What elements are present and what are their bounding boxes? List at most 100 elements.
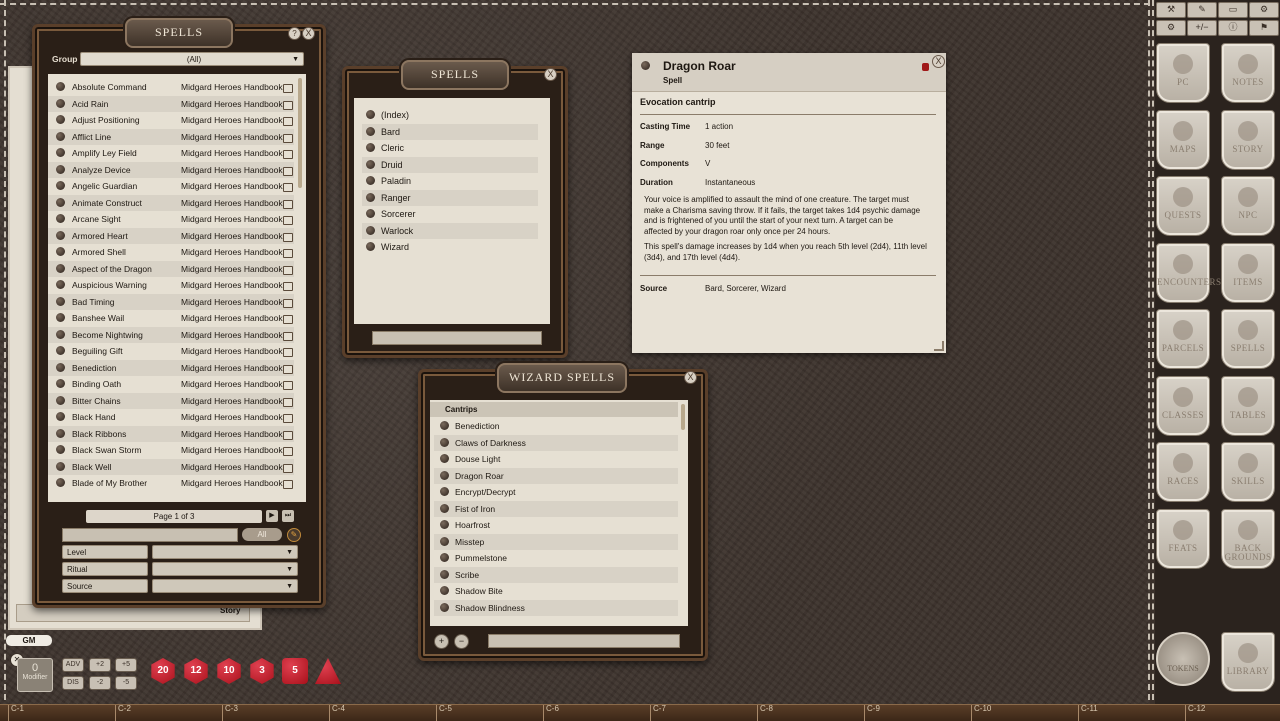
list-item[interactable]: Blade of My Brother Midgard Heroes Handbo…: [48, 475, 294, 491]
library-button[interactable]: LIBRARY: [1221, 632, 1275, 692]
list-item[interactable]: Pummelstone: [434, 550, 678, 566]
list-item[interactable]: Become Nightwing Midgard Heroes Handbook: [48, 326, 294, 343]
edit-icon[interactable]: ✎: [287, 528, 301, 542]
close-button[interactable]: X: [544, 68, 557, 81]
link-icon[interactable]: [56, 164, 65, 174]
link-icon[interactable]: [366, 126, 375, 136]
list-item[interactable]: Bad Timing Midgard Heroes Handbook: [48, 293, 294, 310]
close-button[interactable]: X: [932, 55, 945, 68]
sidebar-button-tables[interactable]: TABLES: [1221, 375, 1275, 436]
link-icon[interactable]: [440, 454, 449, 463]
sidebar-button-pc[interactable]: PC: [1156, 43, 1210, 103]
link-icon[interactable]: [56, 379, 65, 388]
link-icon[interactable]: [440, 569, 449, 579]
list-item[interactable]: Beguiling Gift Midgard Heroes Handbook: [48, 343, 294, 359]
plus2-button[interactable]: +2: [89, 658, 111, 672]
plus5-button[interactable]: +5: [115, 658, 137, 672]
tool-button[interactable]: ✎: [1187, 2, 1217, 18]
list-item[interactable]: Aspect of the Dragon Midgard Heroes Handb…: [48, 260, 294, 277]
tool-button[interactable]: ⓘ: [1218, 20, 1248, 36]
list-item[interactable]: Analyze Device Midgard Heroes Handbook: [48, 161, 294, 178]
link-icon[interactable]: [440, 437, 449, 447]
list-item[interactable]: Dragon Roar: [434, 467, 678, 484]
sidebar-button-back-grounds[interactable]: BACK GROUNDS: [1221, 508, 1275, 569]
link-icon[interactable]: [56, 428, 65, 438]
list-item[interactable]: Wizard: [362, 239, 538, 255]
link-icon[interactable]: [440, 602, 449, 612]
tool-button[interactable]: ⚑: [1249, 20, 1279, 36]
link-icon[interactable]: [440, 586, 449, 595]
filter-ritual-select[interactable]: ▼: [152, 562, 298, 576]
link-icon[interactable]: [366, 242, 375, 251]
link-icon[interactable]: [56, 296, 65, 306]
link-icon[interactable]: [366, 209, 375, 218]
list-item[interactable]: Hoarfrost: [434, 517, 678, 533]
sidebar-button-story[interactable]: STORY: [1221, 109, 1275, 170]
sidebar-button-skills[interactable]: SKILLS: [1221, 442, 1275, 502]
link-icon[interactable]: [56, 313, 65, 322]
link-icon[interactable]: [366, 192, 375, 202]
link-icon[interactable]: [366, 159, 375, 169]
scrollbar[interactable]: [681, 404, 685, 430]
list-item[interactable]: Amplify Ley Field Midgard Heroes Handbook: [48, 145, 294, 161]
minus5-button[interactable]: -5: [115, 676, 137, 690]
sidebar-button-classes[interactable]: CLASSES: [1156, 375, 1210, 436]
list-item[interactable]: Sorcerer: [362, 206, 538, 222]
link-icon[interactable]: [366, 176, 375, 185]
list-item[interactable]: Paladin: [362, 173, 538, 189]
list-item[interactable]: Misstep: [434, 533, 678, 550]
tokens-button[interactable]: TOKENS: [1156, 632, 1210, 686]
list-item[interactable]: Druid: [362, 156, 538, 173]
link-icon[interactable]: [56, 98, 65, 108]
link-icon[interactable]: [56, 263, 65, 273]
list-item[interactable]: Acid Rain Midgard Heroes Handbook: [48, 95, 294, 112]
adv-button[interactable]: ADV: [62, 658, 84, 672]
close-button[interactable]: X: [684, 371, 697, 384]
list-item[interactable]: Encrypt/Decrypt: [434, 484, 678, 500]
sidebar-button-npc[interactable]: NPC: [1221, 176, 1275, 236]
link-icon[interactable]: [56, 131, 65, 141]
list-item[interactable]: Claws of Darkness: [434, 434, 678, 451]
link-icon[interactable]: [56, 445, 65, 454]
link-icon[interactable]: [56, 478, 65, 487]
sidebar-button-notes[interactable]: NOTES: [1221, 43, 1275, 103]
minus2-button[interactable]: -2: [89, 676, 111, 690]
scrollbar[interactable]: [298, 78, 302, 188]
sidebar-button-encounters[interactable]: ENCOUNTERS: [1156, 242, 1221, 303]
list-item[interactable]: Benediction Midgard Heroes Handbook: [48, 359, 294, 376]
list-item[interactable]: Cleric: [362, 140, 538, 156]
d6-die-icon[interactable]: 5: [282, 658, 308, 684]
list-item[interactable]: Angelic Guardian Midgard Heroes Handbook: [48, 178, 294, 194]
lock-icon[interactable]: [922, 63, 929, 71]
help-button[interactable]: ?: [288, 27, 301, 40]
list-item[interactable]: Auspicious Warning Midgard Heroes Handboo…: [48, 277, 294, 293]
link-icon[interactable]: [56, 395, 65, 405]
list-item[interactable]: Scribe: [434, 566, 678, 583]
add-button[interactable]: +: [434, 634, 449, 649]
list-item[interactable]: (Index): [362, 107, 538, 123]
list-item[interactable]: Ranger: [362, 189, 538, 206]
link-icon[interactable]: [56, 82, 65, 91]
link-icon[interactable]: [440, 536, 449, 546]
link-icon[interactable]: [440, 421, 449, 430]
link-icon[interactable]: [56, 230, 65, 240]
link-icon[interactable]: [56, 214, 65, 223]
sidebar-button-parcels[interactable]: PARCELS: [1156, 309, 1210, 369]
list-item[interactable]: Animate Construct Midgard Heroes Handbook: [48, 194, 294, 211]
tool-button[interactable]: ⚒: [1156, 2, 1186, 18]
list-item[interactable]: Shadow Blindness: [434, 599, 678, 616]
link-icon[interactable]: [56, 197, 65, 207]
next-page-button[interactable]: ▶: [266, 510, 278, 522]
sidebar-button-spells[interactable]: SPELLS: [1221, 309, 1275, 369]
link-icon[interactable]: [440, 503, 449, 513]
link-icon[interactable]: [56, 280, 65, 289]
link-icon[interactable]: [366, 110, 375, 119]
list-item[interactable]: Armored Heart Midgard Heroes Handbook: [48, 227, 294, 244]
link-icon[interactable]: [440, 470, 449, 480]
filter-source-select[interactable]: ▼: [152, 579, 298, 593]
list-item[interactable]: Absolute Command Midgard Heroes Handbook: [48, 79, 294, 95]
tool-button[interactable]: ⚙: [1156, 20, 1186, 36]
link-icon[interactable]: [56, 115, 65, 124]
list-item[interactable]: Douse Light: [434, 451, 678, 467]
group-select[interactable]: (All) ▼: [80, 52, 304, 66]
